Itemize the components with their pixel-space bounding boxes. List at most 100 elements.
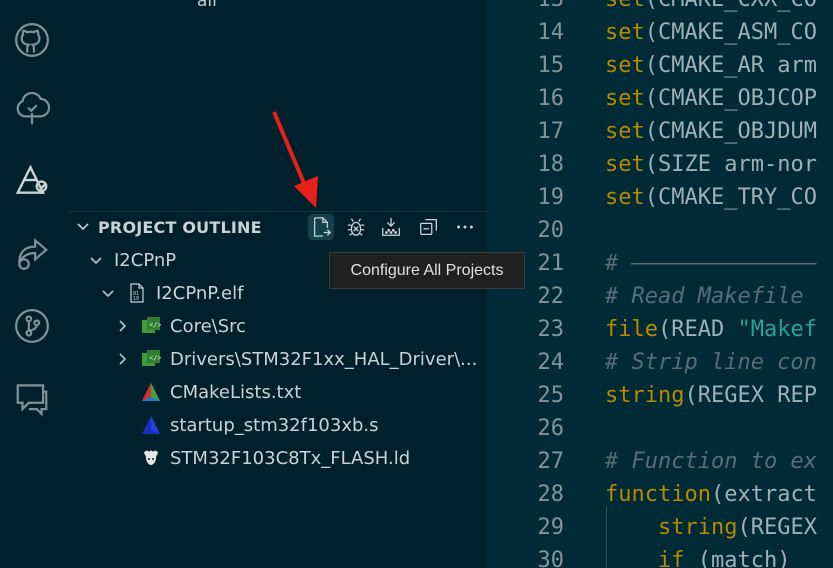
line-number: 16	[537, 86, 565, 111]
line-text: string(REGEX	[657, 515, 817, 540]
chevron-down-icon	[102, 290, 114, 298]
line-number: 30	[537, 548, 565, 568]
bug-icon	[347, 218, 365, 236]
tree-icon[interactable]	[12, 90, 52, 130]
tree-item-file[interactable]: CMakeLists.txt	[140, 377, 301, 407]
line-text: set(CMAKE_CXX_CO	[605, 0, 817, 16]
tooltip: Configure All Projects	[329, 252, 525, 289]
line-text: function(extract	[605, 482, 817, 507]
tree-item-label: Core\Src	[170, 315, 247, 337]
code-line[interactable]: 23 file(READ "Makef	[487, 313, 833, 346]
line-number: 14	[537, 20, 565, 45]
code-line[interactable]: 16 set(CMAKE_OBJCOP	[487, 82, 833, 115]
tree-item-label: STM32F103C8Tx_FLASH.ld	[170, 447, 411, 469]
linker-gnu-icon	[140, 447, 162, 469]
project-outline-header[interactable]: PROJECT OUTLINE	[67, 211, 487, 243]
line-number: 28	[537, 482, 565, 507]
line-text: set(CMAKE_TRY_CO	[605, 185, 817, 210]
line-number: 25	[537, 383, 565, 408]
code-line[interactable]: 27 # Function to ex	[487, 445, 833, 478]
svg-text:</>: </>	[149, 321, 161, 329]
section-title: PROJECT OUTLINE	[98, 218, 262, 237]
code-editor[interactable]: 13 set(CMAKE_CXX_CO 14 set(CMAKE_ASM_CO 15 se…	[487, 0, 833, 568]
code-line[interactable]: 28 function(extract	[487, 478, 833, 511]
line-text: # Strip line con	[605, 350, 817, 375]
line-text: # Function to ex	[605, 449, 817, 474]
code-line[interactable]: 21 # ——————————————	[487, 247, 833, 280]
build-all-button[interactable]	[378, 214, 404, 240]
tree-item-folder[interactable]: </> Core\Src	[114, 311, 246, 341]
line-number: 19	[537, 185, 565, 210]
more-actions-button[interactable]	[452, 214, 478, 240]
configure-all-projects-button[interactable]	[308, 214, 334, 240]
code-line[interactable]: 24 # Strip line con	[487, 346, 833, 379]
tree-item-label: I2CPnP.elf	[156, 282, 244, 304]
line-text: file(READ "Makef	[605, 317, 817, 342]
collapse-all-button[interactable]	[416, 214, 442, 240]
line-text: set(SIZE arm-nor	[605, 152, 817, 177]
svg-text:10: 10	[133, 296, 139, 302]
cmake-icon	[140, 381, 162, 403]
line-text: set(CMAKE_AR arm	[605, 53, 817, 78]
line-number: 17	[537, 119, 565, 144]
svg-text:</>: </>	[149, 354, 161, 362]
line-number: 15	[537, 53, 565, 78]
github-icon[interactable]	[12, 20, 52, 60]
line-text: # ——————————————	[605, 251, 817, 276]
line-number: 26	[537, 416, 565, 441]
code-line[interactable]: 20	[487, 214, 833, 247]
configure-file-icon	[313, 217, 332, 237]
cmake-target-icon: </>	[140, 348, 162, 370]
code-line[interactable]: 13 set(CMAKE_CXX_CO	[487, 0, 833, 16]
tree-item-label: startup_stm32f103xb.s	[170, 414, 379, 436]
line-number: 24	[537, 350, 565, 375]
stm32-icon[interactable]	[12, 160, 52, 200]
tree-item-file[interactable]: STM32F103C8Tx_FLASH.ld	[140, 443, 410, 473]
download-dots-icon	[382, 217, 400, 236]
tree-item-folder[interactable]: </> Drivers\STM32F1xx_HAL_Driver\...	[114, 344, 477, 374]
remote-share-icon[interactable]	[12, 233, 52, 273]
line-text: set(CMAKE_ASM_CO	[605, 20, 817, 45]
line-number: 20	[537, 218, 565, 243]
code-line[interactable]: 14 set(CMAKE_ASM_CO	[487, 16, 833, 49]
chevron-right-icon	[119, 320, 127, 332]
code-line[interactable]: 19 set(CMAKE_TRY_CO	[487, 181, 833, 214]
code-line[interactable]: 26	[487, 412, 833, 445]
cmake-target-icon: </>	[140, 315, 162, 337]
ellipsis-icon	[457, 225, 473, 229]
annotation-arrow	[272, 111, 318, 208]
line-text: string(REGEX REP	[605, 383, 817, 408]
source-control-icon[interactable]	[12, 306, 52, 346]
asm-icon	[140, 414, 162, 436]
collapse-all-icon	[420, 219, 437, 235]
code-line[interactable]: 22 # Read Makefile	[487, 280, 833, 313]
code-line[interactable]: 30 if (match)	[487, 544, 833, 568]
line-number: 23	[537, 317, 565, 342]
code-line[interactable]: 17 set(CMAKE_OBJDUM	[487, 115, 833, 148]
line-text: if (match)	[657, 548, 791, 568]
tree-item-label: CMakeLists.txt	[170, 381, 302, 403]
chat-icon[interactable]	[12, 378, 52, 418]
chevron-down-icon	[77, 223, 89, 231]
code-line[interactable]: 25 string(REGEX REP	[487, 379, 833, 412]
line-number: 27	[537, 449, 565, 474]
line-text: set(CMAKE_OBJCOP	[605, 86, 817, 111]
tree-item-target[interactable]: 01 10 I2CPnP.elf	[100, 278, 243, 308]
code-line[interactable]: 18 set(SIZE arm-nor	[487, 148, 833, 181]
tree-item-project[interactable]: I2CPnP	[88, 245, 176, 275]
debug-button[interactable]	[343, 214, 369, 240]
line-number: 29	[537, 515, 565, 540]
tree-item-all[interactable]: all	[197, 0, 217, 11]
chevron-right-icon	[119, 353, 127, 365]
line-text: # Read Makefile	[605, 284, 804, 309]
line-number: 13	[487, 0, 565, 16]
code-line[interactable]: 29 string(REGEX	[487, 511, 833, 544]
binary-file-icon: 01 10	[126, 282, 148, 304]
tree-item-file[interactable]: startup_stm32f103xb.s	[140, 410, 379, 440]
tree-item-label: I2CPnP	[114, 249, 177, 271]
line-text: set(CMAKE_OBJDUM	[605, 119, 817, 144]
code-line[interactable]: 15 set(CMAKE_AR arm	[487, 49, 833, 82]
tree-item-label: Drivers\STM32F1xx_HAL_Driver\...	[170, 348, 478, 370]
activity-bar	[0, 0, 67, 568]
line-number: 18	[537, 152, 565, 177]
